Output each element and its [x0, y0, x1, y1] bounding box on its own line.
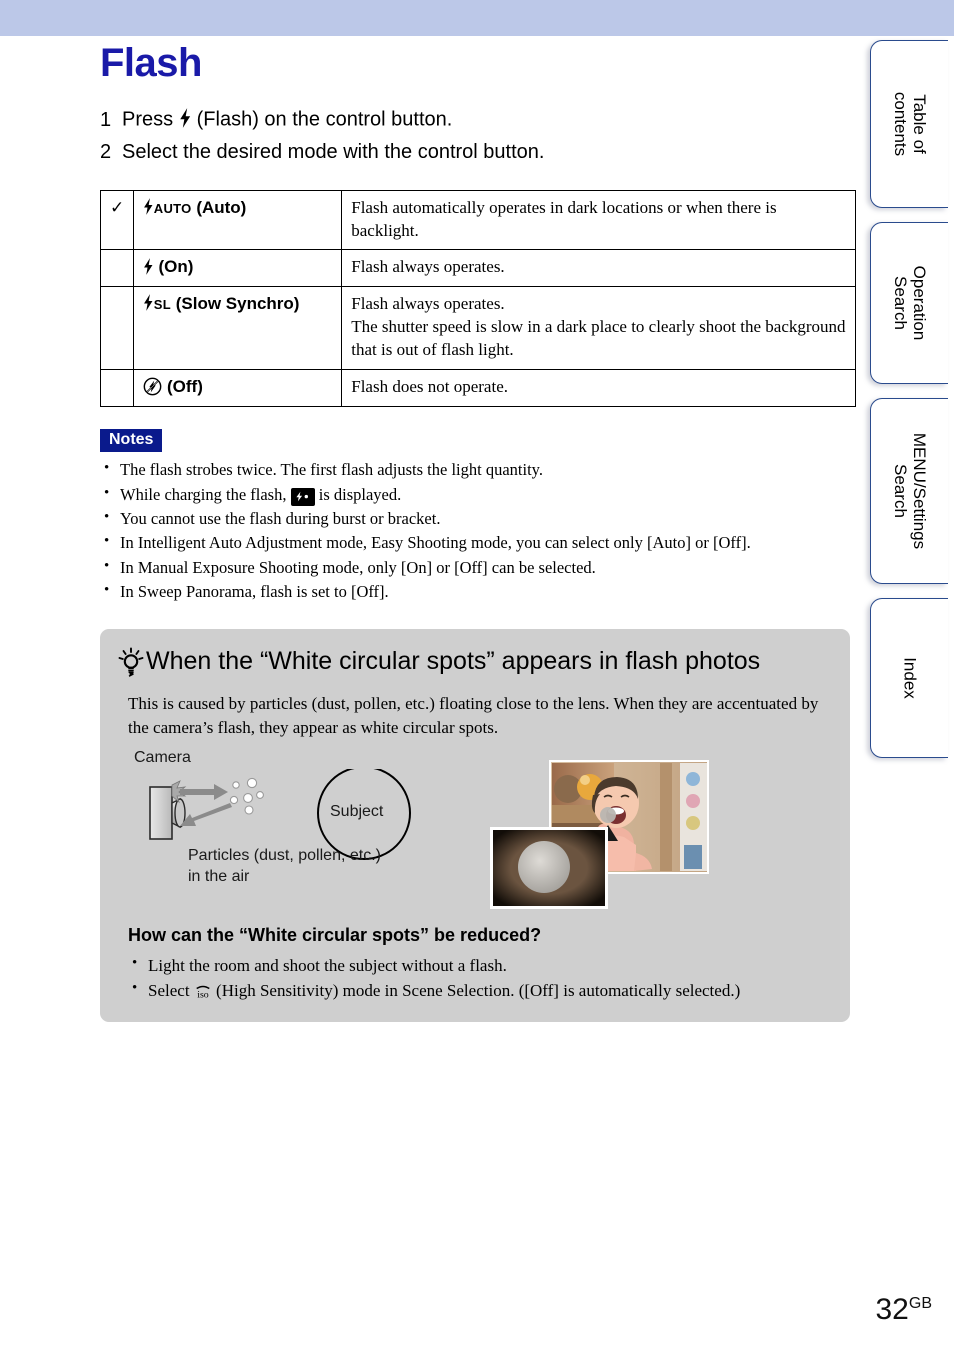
sidebar-item-menu-settings-search[interactable]: MENU/Settings Search [870, 398, 948, 584]
mode-name-slow-synchro: (Slow Synchro) [175, 294, 300, 314]
sidebar-item-table-of-contents[interactable]: Table of contents [870, 40, 948, 208]
flash-modes-table: ✓ AUTO (Auto) Flash automatically operat… [99, 189, 856, 408]
lightbulb-icon [116, 647, 146, 677]
tab-label-line2: Search [890, 276, 910, 330]
tip-illustration: Camera Subject Particles (dust, pollen, … [116, 747, 832, 915]
list-item: You cannot use the flash during burst or… [100, 506, 856, 531]
page-number: 32GB [876, 1293, 933, 1327]
mode-name-auto: (Auto) [196, 197, 247, 217]
mode-icon-text-auto: AUTO [153, 200, 192, 216]
page-title: Flash [100, 41, 202, 85]
tab-label-line2: contents [890, 91, 910, 157]
mode-label-slow-synchro: SL (Slow Synchro) [133, 286, 343, 371]
list-item: The flash strobes twice. The first flash… [100, 457, 856, 482]
tab-label-index: Index [900, 657, 919, 699]
tip-heading-row: When the “White circular spots” appears … [116, 645, 832, 678]
step-1-pre: Press [122, 108, 174, 131]
flash-icon [179, 108, 191, 128]
side-tab-navigation: Table of contents Operation Search MENU/… [870, 40, 954, 772]
mode-label-auto: AUTO (Auto) [133, 189, 343, 251]
document-page: Flash 1 Press (Flash) on the control but… [0, 0, 870, 1369]
flash-slow-synchro-icon [143, 294, 154, 312]
mode-description-slow-synchro: Flash always operates. The shutter speed… [341, 286, 856, 371]
mode-icon-text-sl: SL [153, 297, 171, 313]
note-text: In Manual Exposure Shooting mode, only [… [120, 557, 596, 577]
mode-name-on: (On) [158, 257, 194, 277]
mode-description-auto: Flash automatically operates in dark loc… [341, 189, 856, 251]
page-number-value: 32 [875, 1293, 909, 1326]
camera-label: Camera [134, 748, 191, 766]
particles-label-line2: in the air [188, 867, 250, 885]
tip-body-text: This is caused by particles (dust, polle… [128, 693, 819, 738]
particles-label-line1: Particles (dust, pollen, etc.) [188, 846, 381, 864]
tab-label-table-of-contents: Table of contents [890, 91, 929, 157]
list-item: In Sweep Panorama, flash is set to [Off]… [100, 579, 856, 604]
tip-sub-heading: How can the “White circular spots” be re… [128, 924, 542, 945]
instruction-steps: 1 Press (Flash) on the control button. 2… [100, 108, 856, 164]
step-2-text: Select the desired mode with the control… [122, 140, 545, 163]
tab-label-line1: Index [900, 657, 920, 699]
iso-high-sensitivity-icon: iso [194, 980, 212, 1000]
list-item: In Intelligent Auto Adjustment mode, Eas… [100, 530, 856, 555]
mode-name-off: (Off) [166, 377, 203, 397]
tab-label-line1: Table of [909, 94, 929, 154]
mode-label-off: (Off) [133, 369, 343, 408]
tip-heading: When the “White circular spots” appears … [146, 646, 761, 675]
step-2-number: 2 [100, 140, 112, 163]
list-item: Light the room and shoot the subject wit… [128, 952, 832, 979]
note-text: You cannot use the flash during burst or… [120, 508, 441, 528]
sidebar-item-operation-search[interactable]: Operation Search [870, 222, 948, 384]
sidebar-item-index[interactable]: Index [870, 598, 948, 758]
page-number-suffix: GB [908, 1295, 932, 1312]
notes-list: The flash strobes twice. The first flash… [100, 457, 856, 604]
tip-list: Light the room and shoot the subject wit… [116, 952, 832, 1004]
notes-badge: Notes [100, 429, 163, 453]
step-1: 1 Press (Flash) on the control button. [100, 108, 856, 132]
default-checkmark-blank [99, 286, 135, 371]
default-checkmark-blank [99, 369, 135, 408]
mode-description-on: Flash always operates. [341, 249, 856, 288]
table-row: (Off) Flash does not operate. [99, 369, 856, 408]
tab-label-line1: Operation [909, 265, 929, 341]
flash-on-icon [143, 257, 154, 275]
note-text: In Sweep Panorama, flash is set to [Off]… [120, 582, 389, 602]
tip-box: When the “White circular spots” appears … [100, 628, 850, 1022]
step-1-number: 1 [100, 108, 112, 131]
note-text-post: is displayed. [318, 484, 402, 504]
page-content: Flash 1 Press (Flash) on the control but… [99, 40, 856, 1022]
table-row: ✓ AUTO (Auto) Flash automatically operat… [99, 189, 856, 251]
tab-label-menu-settings-search: MENU/Settings Search [890, 432, 929, 550]
list-item: Select iso (High Sensitivity) mode in Sc… [128, 977, 832, 1004]
tip-text: Light the room and shoot the subject wit… [148, 955, 507, 975]
step-1-post: (Flash) on the control button. [196, 108, 453, 131]
note-text: In Intelligent Auto Adjustment mode, Eas… [120, 533, 751, 553]
table-row: (On) Flash always operates. [99, 249, 856, 288]
default-checkmark: ✓ [99, 189, 135, 251]
step-2: 2 Select the desired mode with the contr… [100, 141, 856, 164]
sample-photo-illustration [490, 759, 709, 909]
svg-text:iso: iso [197, 989, 209, 998]
table-row: SL (Slow Synchro) Flash always operates.… [99, 286, 856, 371]
note-text: While charging the flash, [120, 484, 287, 504]
tip-text: Select [148, 981, 190, 1001]
list-item: In Manual Exposure Shooting mode, only [… [100, 555, 856, 580]
flash-auto-icon [143, 197, 154, 215]
camera-diagram [149, 768, 411, 860]
flash-charging-icon [290, 487, 315, 507]
tip-text-post: (High Sensitivity) mode in Scene Selecti… [216, 981, 741, 1001]
mode-label-on: (On) [133, 249, 343, 288]
flash-off-icon [143, 377, 162, 396]
list-item: While charging the flash, is displayed. [100, 482, 856, 507]
step-1-text: Press (Flash) on the control button. [122, 108, 452, 132]
tab-label-line2: Search [890, 464, 910, 518]
tab-label-line1: MENU/Settings [909, 432, 929, 550]
mode-description-off: Flash does not operate. [341, 369, 856, 408]
note-text: The flash strobes twice. The first flash… [120, 460, 543, 480]
default-checkmark-blank [99, 249, 135, 288]
subject-label: Subject [330, 802, 384, 820]
tab-label-operation-search: Operation Search [890, 265, 929, 341]
